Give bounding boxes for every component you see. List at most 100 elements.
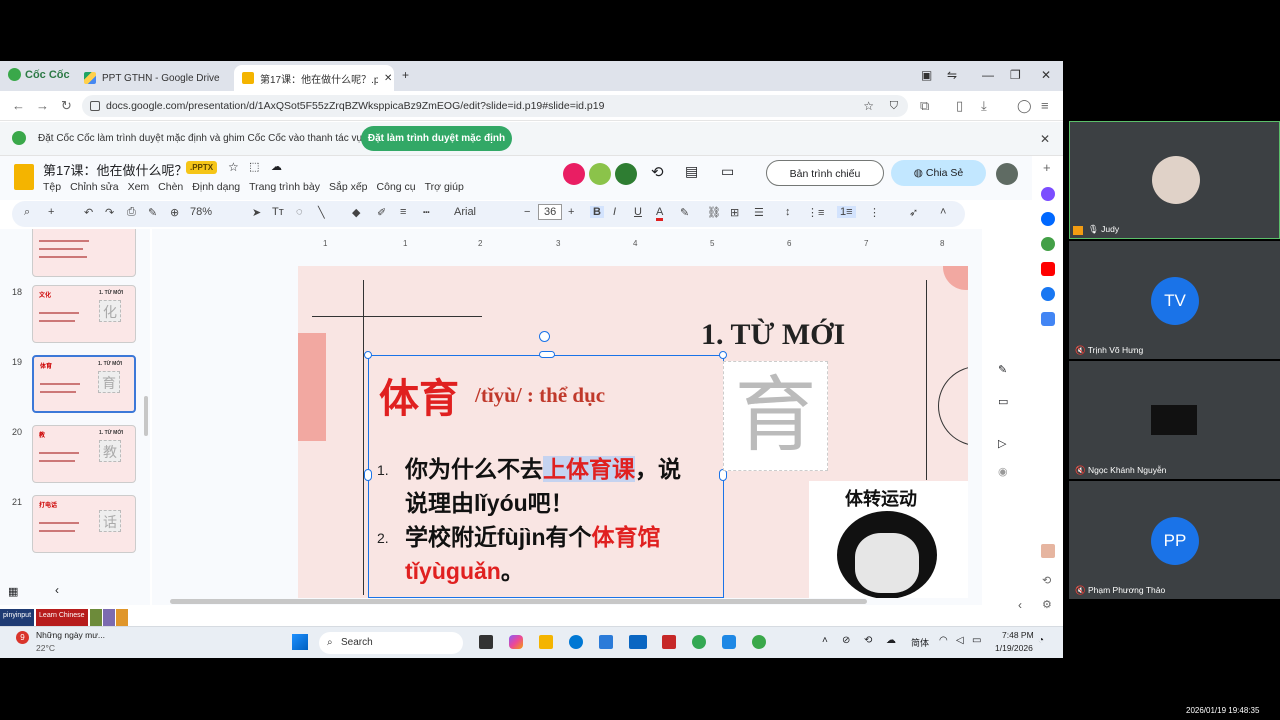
align-icon[interactable]: ☰ [754,206,764,219]
zoom-select[interactable]: 78% [190,206,212,218]
download-icon[interactable]: ⤓ [981,98,987,114]
sync-icon[interactable]: ⟲ [864,635,872,646]
record-icon[interactable]: ◉ [998,465,1008,478]
close-window-icon[interactable]: ✕ [1041,68,1051,82]
menu-tools[interactable]: Công cụ [377,181,416,193]
settings-icon[interactable]: ⚙ [1042,598,1052,611]
volume-icon[interactable]: ◁ [956,635,964,646]
participant-tile[interactable]: 🎙 Judy [1069,121,1280,239]
close-tab-icon[interactable]: ✕ [384,73,392,84]
facebook-icon[interactable] [1041,287,1055,301]
menu-icon[interactable]: ≡ [1041,98,1049,113]
weather-temp[interactable]: 22°C [36,643,55,653]
reading-icon[interactable]: ⇋ [947,68,957,82]
redo-icon[interactable]: ↷ [105,206,114,219]
more-icon[interactable]: ⋮ [869,206,880,219]
slide-canvas[interactable]: 1. TỪ MỚI 体育 /tǐyù/ : thể dục 1. 你为什么不去上… [298,266,968,598]
menu-edit[interactable]: Chỉnh sửa [70,181,118,193]
copilot-icon[interactable] [509,635,523,649]
new-slide-icon[interactable]: + [48,206,54,218]
close-notice-icon[interactable]: ✕ [1040,132,1050,146]
tab-drive[interactable]: PPT GTHN - Google Drive [76,65,226,91]
collapse-filmstrip-icon[interactable]: ‹ [55,583,59,597]
highlight-icon[interactable]: ✎ [680,206,689,219]
selected-text-box[interactable]: 体育 /tǐyù/ : thể dục 1. 你为什么不去上体育课，说 说理由l… [364,331,727,598]
add-icon[interactable]: + [1043,160,1051,175]
back-icon[interactable]: ← [12,98,25,113]
decrease-font-icon[interactable]: − [524,206,530,218]
pen-icon[interactable]: ➶ [909,206,918,219]
forward-icon[interactable]: → [36,98,49,113]
participant-tile[interactable]: TV 🔇 Trịnh Võ Hưng [1069,241,1280,359]
grid-view-icon[interactable]: ▦ [8,585,18,598]
weather-title[interactable]: Những ngày mư... [36,630,105,640]
new-tab-icon[interactable]: + [402,68,409,82]
tray-chevron-icon[interactable]: ˄ [822,635,828,646]
site-info-icon[interactable] [90,101,100,111]
theme-icon[interactable]: ✎ [998,363,1007,376]
cloud-status-icon[interactable]: ☁ [271,160,282,173]
comments-icon[interactable]: ▤ [685,163,698,180]
pinyinput-tag[interactable]: pinyinput [0,609,35,626]
collaborator-avatar[interactable] [589,163,611,185]
increase-font-icon[interactable]: + [568,206,574,218]
youtube-icon[interactable] [1041,262,1055,276]
translate-icon[interactable] [1041,312,1055,326]
rotate-handle[interactable] [539,331,550,342]
fill-color-icon[interactable]: ◆ [352,206,360,219]
onedrive-icon[interactable]: ☁ [886,635,896,646]
menu-view[interactable]: Xem [128,181,150,193]
file-explorer-icon[interactable] [539,635,553,649]
shape-icon[interactable]: ◌ [296,206,303,218]
scroll-right-icon[interactable]: ‹ [1018,598,1022,612]
star-icon[interactable]: ☆ [228,160,239,174]
learn-chinese-tag[interactable]: Learn Chinese [36,609,88,626]
print-icon[interactable]: ⎙ [127,206,136,219]
app-tag-icon[interactable] [102,609,115,626]
history-icon[interactable]: ⟲ [651,163,664,181]
resize-handle[interactable] [364,469,372,481]
search-menus-icon[interactable]: ⌕ [24,206,30,219]
filmstrip-scrollbar[interactable] [144,396,148,436]
line-spacing-icon[interactable]: ↕ [785,206,791,218]
app-tag-icon[interactable] [115,609,128,626]
text-color-icon[interactable]: A [656,206,664,221]
mcafee-icon[interactable] [662,635,676,649]
clock-date[interactable]: 1/19/2026 [995,643,1033,653]
slide-thumbnail[interactable]: 文化 1. TỪ MỚI 化 [32,285,136,343]
mute-icon[interactable]: ⊘ [842,635,850,646]
share-button[interactable]: ◍ Chia Sẻ [891,160,986,186]
store-icon[interactable] [599,635,613,649]
slide-thumbnail[interactable] [32,229,136,277]
slides-logo-icon[interactable] [14,164,34,190]
browser-logo[interactable]: Cốc Cốc [8,68,70,81]
notification-icon[interactable]: ◔ [1038,635,1044,646]
app-tag-icon[interactable] [89,609,102,626]
slideshow-button[interactable]: Bản trình chiếu [766,160,884,186]
font-select[interactable]: Arial [454,206,476,218]
font-size-input[interactable]: 36 [538,204,563,220]
clock-time[interactable]: 7:48 PM [1002,630,1034,640]
tab-search-icon[interactable]: ▣ [921,68,932,82]
url-field[interactable]: docs.google.com/presentation/d/1AxQSot5F… [82,95,908,117]
paint-format-icon[interactable]: ✎ [148,206,157,219]
meet-camera-icon[interactable]: ▭ [721,163,734,180]
coccoc-taskbar-icon[interactable] [752,635,766,649]
zoom-icon[interactable]: ⊕ [170,206,179,219]
game-icon[interactable] [1041,237,1055,251]
set-default-button[interactable]: Đặt làm trình duyệt mặc định [361,126,512,151]
present-icon[interactable]: ▷ [998,437,1006,450]
participant-tile[interactable]: 🔇 Ngọc Khánh Nguyễn [1069,361,1280,479]
messenger-icon[interactable] [1041,187,1055,201]
line-icon[interactable]: ╲ [318,206,325,219]
resize-handle[interactable] [719,351,727,359]
resize-handle[interactable] [364,351,372,359]
text-box-icon[interactable]: Tт [272,206,284,218]
select-icon[interactable]: ➤ [252,206,261,219]
taskbar-search[interactable]: ⌕ Search [319,632,463,654]
profile-icon[interactable]: ◯ [1017,98,1032,114]
italic-icon[interactable]: I [613,206,616,218]
menu-help[interactable]: Trợ giúp [425,181,464,193]
edge-icon[interactable] [569,635,583,649]
profile-thumb-icon[interactable] [1041,544,1055,558]
